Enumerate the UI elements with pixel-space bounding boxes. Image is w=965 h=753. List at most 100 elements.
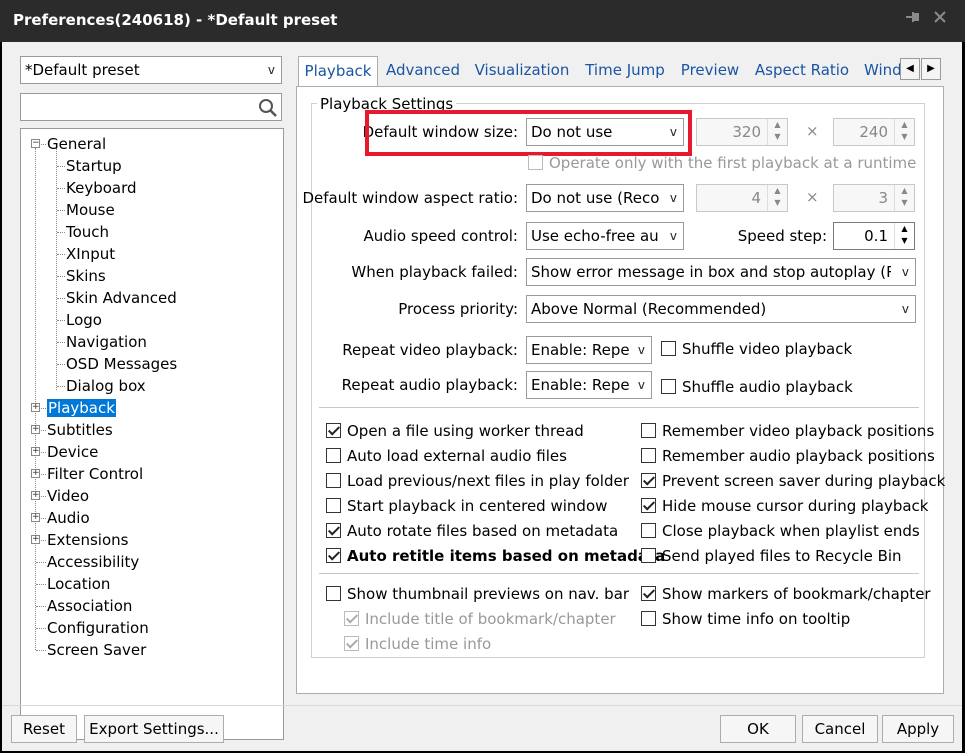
hide-mouse-cursor-during-playback-checkbox[interactable]: Hide mouse cursor during playback bbox=[641, 496, 928, 516]
remember-audio-playback-positions-checkbox[interactable]: Remember audio playback positions bbox=[641, 446, 935, 466]
tree-item-touch[interactable]: Touch bbox=[66, 221, 109, 243]
pin-icon[interactable] bbox=[900, 8, 924, 32]
auto-retitle-items-based-on-metadata-checkbox[interactable]: Auto retitle items based on metadata bbox=[326, 546, 665, 566]
speed-step-value: 0.1 bbox=[864, 227, 888, 245]
window-height-spinner[interactable]: 240 ▲ ▼ bbox=[833, 118, 915, 146]
tree-item-general[interactable]: General bbox=[47, 133, 106, 155]
tab-scroll-left-icon[interactable]: ◀ bbox=[900, 58, 920, 80]
close-playback-when-playlist-ends-checkbox[interactable]: Close playback when playlist ends bbox=[641, 521, 920, 541]
tab-advanced[interactable]: Advanced bbox=[380, 56, 466, 86]
checkbox-label: Close playback when playlist ends bbox=[662, 522, 920, 540]
shuffle-video-checkbox[interactable]: Shuffle video playback bbox=[661, 339, 852, 359]
expand-icon[interactable]: + bbox=[31, 469, 40, 478]
tab-wind[interactable]: Wind bbox=[860, 56, 900, 86]
window-width-spinner[interactable]: 320 ▲ ▼ bbox=[696, 118, 788, 146]
checkbox-icon bbox=[326, 548, 341, 563]
expand-icon[interactable]: + bbox=[31, 513, 40, 522]
tree-item-screen-saver[interactable]: Screen Saver bbox=[47, 639, 146, 661]
auto-load-external-audio-files-checkbox[interactable]: Auto load external audio files bbox=[326, 446, 567, 466]
collapse-icon[interactable]: − bbox=[31, 139, 40, 148]
tree-item-video[interactable]: Video bbox=[47, 485, 89, 507]
aspect-ratio-select[interactable]: Do not use (Recor v bbox=[526, 184, 684, 212]
checkbox-label: Remember audio playback positions bbox=[662, 447, 935, 465]
tree-item-xinput[interactable]: XInput bbox=[66, 243, 115, 265]
speed-step-spinner[interactable]: 0.1 ▲ ▼ bbox=[833, 222, 915, 250]
remember-video-playback-positions-checkbox[interactable]: Remember video playback positions bbox=[641, 421, 934, 441]
show-markers-checkbox[interactable]: Show markers of bookmark/chapter bbox=[641, 584, 931, 604]
expand-icon[interactable]: + bbox=[31, 491, 40, 500]
load-previous-next-files-in-play-folder-checkbox[interactable]: Load previous/next files in play folder bbox=[326, 471, 629, 491]
thumbnail-preview-checkbox[interactable]: Show thumbnail previews on nav. bar bbox=[326, 584, 629, 604]
tree-item-configuration[interactable]: Configuration bbox=[47, 617, 149, 639]
cancel-button[interactable]: Cancel bbox=[802, 715, 878, 743]
time-tooltip-checkbox[interactable]: Show time info on tooltip bbox=[641, 609, 850, 629]
preset-select[interactable]: *Default preset v bbox=[20, 56, 282, 84]
open-a-file-using-worker-thread-checkbox[interactable]: Open a file using worker thread bbox=[326, 421, 584, 441]
tree-item-subtitles[interactable]: Subtitles bbox=[47, 419, 113, 441]
tree-item-location[interactable]: Location bbox=[47, 573, 110, 595]
shuffle-audio-checkbox[interactable]: Shuffle audio playback bbox=[661, 377, 853, 397]
tree-item-audio[interactable]: Audio bbox=[47, 507, 90, 529]
tree-item-mouse[interactable]: Mouse bbox=[66, 199, 115, 221]
tree-item-label: Touch bbox=[66, 223, 110, 241]
tree-connector bbox=[36, 650, 46, 651]
repeat-video-select[interactable]: Enable: Repea v bbox=[526, 336, 652, 364]
tree-item-label: Startup bbox=[66, 157, 122, 175]
checkbox-label: Open a file using worker thread bbox=[347, 422, 584, 440]
tree-item-playback[interactable]: Playback bbox=[47, 397, 116, 419]
checkbox-icon bbox=[326, 473, 341, 488]
audio-speed-select[interactable]: Use echo-free auc v bbox=[526, 222, 684, 250]
tree-item-extensions[interactable]: Extensions bbox=[47, 529, 128, 551]
tree-item-device[interactable]: Device bbox=[47, 441, 98, 463]
close-icon[interactable] bbox=[928, 8, 952, 32]
expand-icon[interactable]: + bbox=[31, 425, 40, 434]
tab-visualization[interactable]: Visualization bbox=[470, 56, 574, 86]
tab-preview[interactable]: Preview bbox=[675, 56, 745, 86]
aspect-y-spinner[interactable]: 3 ▲ ▼ bbox=[833, 184, 915, 212]
checkbox-icon bbox=[641, 586, 656, 601]
tree-connector bbox=[36, 606, 46, 607]
aspect-x-spinner[interactable]: 4 ▲ ▼ bbox=[696, 184, 788, 212]
tree-connector bbox=[57, 298, 65, 299]
reset-button[interactable]: Reset bbox=[11, 715, 77, 743]
include-title-checkbox[interactable]: Include title of bookmark/chapter bbox=[344, 609, 616, 629]
chevron-down-icon: v bbox=[267, 63, 275, 77]
tab-aspect-ratio[interactable]: Aspect Ratio bbox=[748, 56, 856, 86]
preferences-window: Preferences(240618) - *Default preset *D… bbox=[0, 0, 965, 753]
start-playback-in-centered-window-checkbox[interactable]: Start playback in centered window bbox=[326, 496, 607, 516]
playback-failed-select[interactable]: Show error message in box and stop autop… bbox=[526, 258, 916, 286]
send-played-files-to-recycle-bin-checkbox[interactable]: Send played files to Recycle Bin bbox=[641, 546, 902, 566]
tree-item-label: Logo bbox=[66, 311, 102, 329]
tree-item-osd-messages[interactable]: OSD Messages bbox=[66, 353, 177, 375]
tree-item-startup[interactable]: Startup bbox=[66, 155, 122, 177]
tree-item-accessibility[interactable]: Accessibility bbox=[47, 551, 139, 573]
separator bbox=[319, 407, 919, 408]
tree-item-skin-advanced[interactable]: Skin Advanced bbox=[66, 287, 177, 309]
repeat-audio-select[interactable]: Enable: Repea v bbox=[526, 371, 652, 399]
expand-icon[interactable]: + bbox=[31, 403, 40, 412]
search-input[interactable] bbox=[20, 93, 282, 121]
expand-icon[interactable]: + bbox=[31, 535, 40, 544]
auto-rotate-files-based-on-metadata-checkbox[interactable]: Auto rotate files based on metadata bbox=[326, 521, 618, 541]
apply-button[interactable]: Apply bbox=[882, 715, 954, 743]
ok-button[interactable]: OK bbox=[720, 715, 796, 743]
tab-time-jump[interactable]: Time Jump bbox=[578, 56, 672, 86]
tree-item-filter-control[interactable]: Filter Control bbox=[47, 463, 143, 485]
tree-item-keyboard[interactable]: Keyboard bbox=[66, 177, 137, 199]
tab-playback[interactable]: Playback bbox=[298, 56, 378, 87]
tree-item-skins[interactable]: Skins bbox=[66, 265, 106, 287]
tree-connector bbox=[57, 210, 65, 211]
prevent-screen-saver-during-playback-checkbox[interactable]: Prevent screen saver during playback bbox=[641, 471, 945, 491]
category-tree[interactable]: General − Startup Keyboard Mouse Touch XInput S… bbox=[20, 128, 284, 740]
export-settings-button[interactable]: Export Settings... bbox=[84, 715, 224, 743]
tree-item-navigation[interactable]: Navigation bbox=[66, 331, 147, 353]
tree-item-dialog-box[interactable]: Dialog box bbox=[66, 375, 146, 397]
expand-icon[interactable]: + bbox=[31, 447, 40, 456]
include-time-checkbox[interactable]: Include time info bbox=[344, 634, 491, 654]
tab-scroll-right-icon[interactable]: ▶ bbox=[921, 58, 941, 80]
tree-item-association[interactable]: Association bbox=[47, 595, 132, 617]
tree-item-logo[interactable]: Logo bbox=[66, 309, 102, 331]
process-priority-select[interactable]: Above Normal (Recommended) v bbox=[526, 295, 916, 323]
operate-first-checkbox[interactable]: Operate only with the first playback at … bbox=[528, 153, 916, 173]
repeat-video-value: Enable: Repea bbox=[531, 341, 629, 359]
